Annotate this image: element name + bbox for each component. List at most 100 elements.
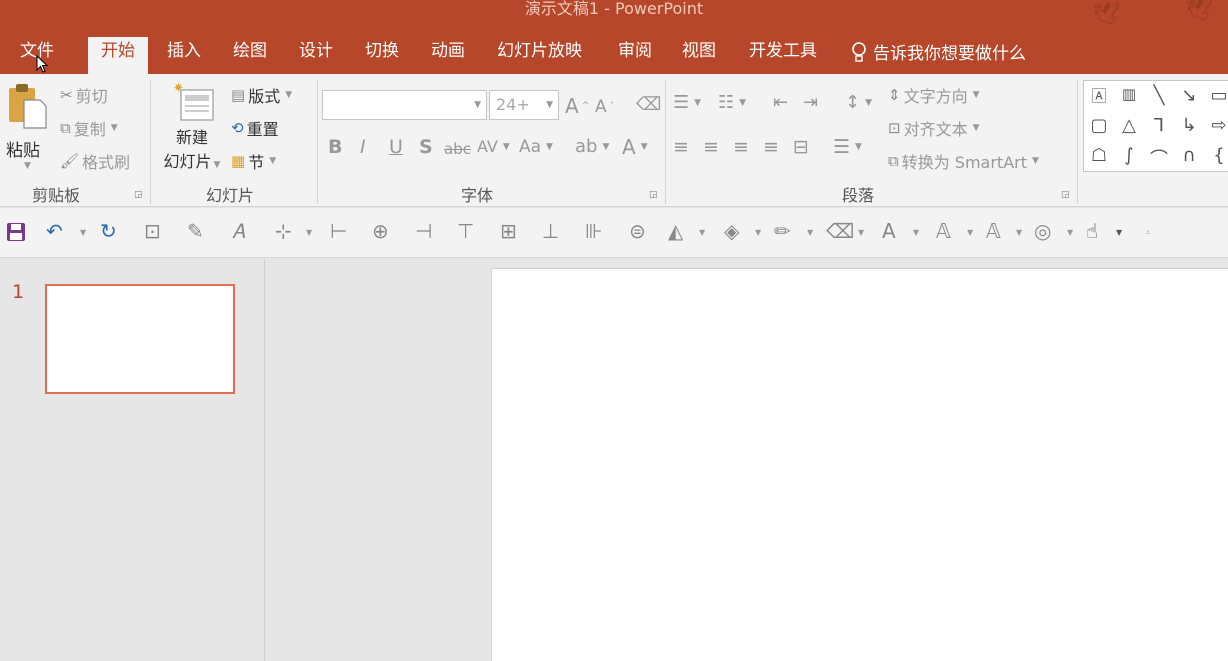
- shape-effects-icon[interactable]: ◎: [1034, 219, 1051, 243]
- fill-dropdown-icon[interactable]: ▼: [755, 228, 761, 237]
- convert-smartart-button[interactable]: ⧉ 转换为 SmartArt ▼: [888, 149, 1039, 173]
- fill-color-icon[interactable]: ◈: [724, 219, 739, 243]
- clipboard-launcher-icon[interactable]: ◲: [134, 190, 143, 200]
- shrink-font-button[interactable]: Aˇ: [595, 97, 614, 117]
- tab-animations[interactable]: 动画: [418, 37, 478, 74]
- tab-developer[interactable]: 开发工具: [736, 37, 830, 74]
- text-fill-dropdown-icon[interactable]: ▼: [913, 228, 919, 237]
- scribble-shape-icon[interactable]: ∫: [1118, 145, 1140, 167]
- tab-view[interactable]: 视图: [669, 37, 729, 74]
- align-right-icon[interactable]: ≡: [733, 136, 749, 158]
- pen-icon[interactable]: 𝐴: [232, 219, 245, 243]
- text-effects-icon[interactable]: 𝔸: [986, 219, 1001, 243]
- align-text-button[interactable]: ⊡ 对齐文本 ▼: [888, 116, 980, 140]
- rectangle-shape-icon[interactable]: ▭: [1208, 85, 1228, 107]
- shadow-button[interactable]: S: [419, 136, 433, 158]
- triangle-shape-icon[interactable]: △: [1118, 115, 1140, 137]
- align-left-icon[interactable]: ≡: [673, 136, 689, 158]
- arrow-line-shape-icon[interactable]: ↘: [1178, 85, 1200, 107]
- shape-effects-dropdown-icon[interactable]: ▼: [1067, 228, 1073, 237]
- slide-thumbnail[interactable]: [45, 284, 235, 394]
- align-bottom-icon[interactable]: ⊥: [542, 219, 559, 243]
- elbow-connector-shape-icon[interactable]: ⅂: [1148, 115, 1170, 137]
- freeform-shape-icon[interactable]: ☖: [1088, 145, 1110, 167]
- columns-icon[interactable]: ☰ ▼: [833, 136, 862, 158]
- font-name-input[interactable]: ▼: [322, 90, 487, 120]
- align-left-objects-icon[interactable]: ⊢: [330, 219, 347, 243]
- align-top-icon[interactable]: ⊤: [457, 219, 474, 243]
- undo-dropdown-icon[interactable]: ▼: [80, 228, 86, 237]
- tab-home[interactable]: 开始: [88, 37, 148, 74]
- highlight-icon[interactable]: ab ▼: [575, 136, 609, 157]
- outline-icon[interactable]: ✏: [774, 219, 791, 243]
- new-slide-button[interactable]: ✷ 新建 幻灯片 ▼: [157, 80, 227, 180]
- paste-button[interactable]: 粘贴 ▼: [6, 82, 50, 180]
- text-outline-dropdown-icon[interactable]: ▼: [967, 228, 973, 237]
- align-right-objects-icon[interactable]: ⊣: [415, 219, 432, 243]
- section-button[interactable]: ▦ 节 ▼: [231, 149, 276, 173]
- format-painter-icon[interactable]: ✎: [187, 219, 204, 243]
- grow-font-button[interactable]: A ^: [565, 94, 589, 118]
- touch-mode-icon[interactable]: ☝: [1086, 219, 1098, 243]
- right-arrow-shape-icon[interactable]: ⇨: [1208, 115, 1228, 137]
- curve-shape-icon[interactable]: ∩: [1178, 145, 1200, 167]
- cut-button[interactable]: ✂ 剪切: [60, 83, 108, 107]
- align-middle-icon[interactable]: ⊞: [500, 219, 517, 243]
- bold-button[interactable]: B: [328, 136, 342, 158]
- brace-shape-icon[interactable]: {: [1208, 145, 1228, 167]
- distribute-horizontal-icon[interactable]: ⊪: [585, 219, 602, 243]
- increase-indent-icon[interactable]: ⇥: [803, 92, 818, 113]
- crop-dropdown-icon[interactable]: ▼: [306, 228, 312, 237]
- format-painter-button[interactable]: 🖌 格式刷: [60, 149, 130, 173]
- reset-button[interactable]: ⟲ 重置: [231, 116, 279, 140]
- clear-format-icon[interactable]: ⌫: [636, 94, 661, 115]
- vertical-textbox-shape-icon[interactable]: ▥: [1118, 85, 1140, 107]
- save-icon[interactable]: [6, 222, 26, 242]
- eraser-icon[interactable]: ⌫: [826, 219, 854, 243]
- crop-icon[interactable]: ⊹: [275, 219, 292, 243]
- align-center-objects-icon[interactable]: ⊕: [372, 219, 389, 243]
- font-size-input[interactable]: 24+ ▼: [489, 90, 559, 120]
- tab-design[interactable]: 设计: [286, 37, 346, 74]
- distribute-vertical-icon[interactable]: ⊜: [629, 219, 646, 243]
- outline-dropdown-icon[interactable]: ▼: [807, 228, 813, 237]
- eraser-dropdown-icon[interactable]: ▼: [858, 228, 864, 237]
- align-center-icon[interactable]: ≡: [703, 136, 719, 158]
- font-launcher-icon[interactable]: ◲: [649, 190, 658, 200]
- copy-button[interactable]: ⧉ 复制 ▼: [60, 116, 118, 140]
- decrease-indent-icon[interactable]: ⇤: [773, 92, 788, 113]
- textbox-shape-icon[interactable]: 🄰: [1088, 85, 1110, 107]
- tab-insert[interactable]: 插入: [154, 37, 214, 74]
- numbering-icon[interactable]: ☷ ▼: [718, 92, 746, 113]
- tab-draw[interactable]: 绘图: [220, 37, 280, 74]
- line-spacing-icon[interactable]: ↕ ▼: [845, 92, 872, 113]
- strikethrough-button[interactable]: abc: [444, 140, 471, 158]
- text-outline-icon[interactable]: 𝔸: [936, 219, 951, 243]
- italic-button[interactable]: I: [360, 136, 366, 158]
- text-fill-icon[interactable]: A: [882, 219, 896, 243]
- slide-canvas[interactable]: [491, 268, 1228, 661]
- line-shape-icon[interactable]: ╲: [1148, 85, 1170, 107]
- present-icon[interactable]: ⊡: [144, 219, 161, 243]
- arc-shape-icon[interactable]: ⌒: [1148, 145, 1170, 170]
- text-effects-dropdown-icon[interactable]: ▼: [1016, 228, 1022, 237]
- font-color-button[interactable]: A ▼: [622, 135, 648, 159]
- touch-mode-dropdown-icon[interactable]: ▼: [1116, 228, 1122, 237]
- rotate-dropdown-icon[interactable]: ▼: [699, 228, 705, 237]
- rounded-rectangle-shape-icon[interactable]: ▢: [1088, 115, 1110, 137]
- paragraph-launcher-icon[interactable]: ◲: [1061, 190, 1070, 200]
- char-spacing-button[interactable]: AV ▼: [477, 137, 510, 156]
- distributed-icon[interactable]: ⊟: [793, 136, 809, 158]
- change-case-button[interactable]: Aa ▼: [519, 137, 553, 157]
- text-direction-button[interactable]: ⇕ 文字方向 ▼: [888, 83, 980, 107]
- tab-review[interactable]: 审阅: [605, 37, 665, 74]
- elbow-arrow-shape-icon[interactable]: ↳: [1178, 115, 1200, 137]
- customize-qat-icon[interactable]: ⩡: [1146, 228, 1151, 238]
- tell-me-box[interactable]: 告诉我你想要做什么: [850, 39, 1026, 64]
- underline-button[interactable]: U: [389, 136, 403, 158]
- justify-icon[interactable]: ≡: [763, 136, 779, 158]
- tab-slideshow[interactable]: 幻灯片放映: [484, 37, 595, 74]
- undo-icon[interactable]: ↶: [46, 219, 63, 243]
- tab-transitions[interactable]: 切换: [352, 37, 412, 74]
- bullets-icon[interactable]: ☰ ▼: [673, 92, 701, 113]
